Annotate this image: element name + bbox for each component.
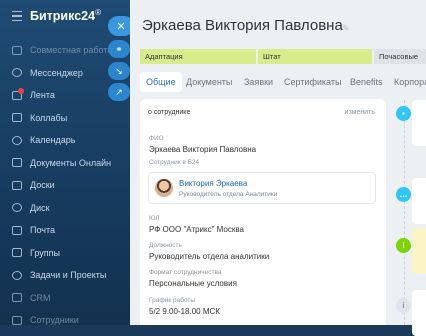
- tab-corporate[interactable]: Корпора: [394, 72, 426, 92]
- pencil-icon[interactable]: ✎: [342, 23, 350, 34]
- b24-employee-label: Сотрудник в Б24: [149, 159, 200, 166]
- sidebar-item[interactable]: CRM: [0, 287, 130, 310]
- collab-icon: [12, 113, 22, 123]
- sidebar-item[interactable]: Календарь: [0, 129, 130, 152]
- employees-icon: [12, 315, 22, 325]
- sidebar-item-label: Лента: [30, 90, 55, 101]
- tab-bar: Общие Документы Заявки Сертификаты Benef…: [140, 72, 426, 92]
- b24-employee-box[interactable]: Виктория Эркаева Руководитель отдела Ана…: [148, 172, 376, 204]
- avatar: [155, 179, 173, 197]
- sidebar-item-label: Календарь: [30, 135, 76, 146]
- timeline-entry[interactable]: [412, 178, 426, 224]
- calendar-icon: [12, 135, 22, 145]
- sidebar-item[interactable]: Документы Онлайн: [0, 152, 130, 175]
- tasks-icon: [12, 270, 22, 280]
- timeline-entry[interactable]: [412, 290, 426, 336]
- boards-icon: [12, 180, 22, 190]
- sidebar-item-label: CRM: [30, 292, 51, 303]
- stage-adaptation[interactable]: Адаптация: [140, 49, 256, 64]
- tab-requests[interactable]: Заявки: [244, 72, 273, 92]
- sidebar-menu: Совместная работа Мессенджер Лента Коллабы К…: [0, 39, 130, 332]
- card-heading: о сотруднике: [148, 109, 191, 116]
- sidebar-item[interactable]: Диск: [0, 197, 130, 220]
- sidebar-item-label: Совместная работа: [30, 45, 113, 56]
- edit-link[interactable]: изменить: [345, 109, 375, 116]
- schedule-value: 5/2 9.00-18.00 МСК: [149, 307, 220, 316]
- tab-benefits[interactable]: Benefits: [350, 72, 383, 92]
- sidebar-header: Битрикс24®: [12, 8, 101, 24]
- open-in-new-window-button[interactable]: ↗: [108, 83, 130, 101]
- comment-icon[interactable]: …: [396, 187, 411, 202]
- sidebar-item[interactable]: Доски: [0, 174, 130, 197]
- sidebar-item[interactable]: Задачи и Проекты: [0, 264, 130, 287]
- fio-value: Эркаева Виктория Павловна: [149, 145, 257, 154]
- chat-bubble-icon[interactable]: ▪: [396, 106, 411, 121]
- sidebar-item-label: Доски: [30, 180, 55, 191]
- sidebar-item[interactable]: Почта: [0, 219, 130, 242]
- team-icon: [12, 45, 22, 55]
- sidebar-item-label: Группы: [30, 247, 60, 258]
- sidebar-item-label: Документы Онлайн: [30, 157, 112, 168]
- sidebar-item-label: Коллабы: [30, 112, 68, 123]
- fio-label: ФИО: [149, 135, 164, 142]
- sidebar-item[interactable]: Коллабы: [0, 107, 130, 130]
- employee-card-panel: Эркаева Виктория Павловна ✎ Адаптация Шт…: [130, 0, 426, 325]
- sidebar-item-label: Почта: [30, 225, 55, 236]
- tab-certificates[interactable]: Сертификаты: [284, 72, 341, 92]
- documents-icon: [12, 158, 22, 168]
- crm-icon: [12, 293, 22, 303]
- tab-general[interactable]: Общие: [140, 72, 182, 92]
- sidebar-item-label: Сотрудники: [30, 315, 79, 326]
- info-outline-icon[interactable]: i: [396, 298, 411, 313]
- minimize-slider-button[interactable]: ↘: [108, 62, 130, 80]
- tab-documents[interactable]: Документы: [186, 72, 232, 92]
- user-name-link[interactable]: Виктория Эркаева: [179, 179, 247, 188]
- about-employee-card: о сотруднике изменить ФИО Эркаева Виктор…: [140, 99, 386, 325]
- sidebar-item-label: Задачи и Проекты: [30, 270, 107, 281]
- mail-icon: [12, 225, 22, 235]
- timeline-line: [404, 100, 405, 325]
- stage-staff[interactable]: Штат: [258, 49, 372, 64]
- position-label: Должность: [149, 242, 182, 249]
- copy-link-button[interactable]: ⚭: [108, 40, 130, 58]
- groups-icon: [12, 248, 22, 258]
- sidebar-item[interactable]: Сотрудники: [0, 309, 130, 332]
- sidebar-item[interactable]: Группы: [0, 242, 130, 265]
- timeline-entry-highlighted[interactable]: [412, 228, 426, 274]
- disk-icon: [12, 203, 22, 213]
- user-position: Руководитель отдела Аналитики: [179, 191, 278, 198]
- sidebar-item-label: Мессенджер: [30, 67, 83, 78]
- chat-icon: [12, 68, 22, 78]
- schedule-label: График работы: [149, 297, 196, 304]
- stage-bar: Адаптация Штат Почасовые: [140, 49, 426, 64]
- company-label: ЮЛ: [149, 215, 160, 222]
- page-title: Эркаева Виктория Павловна: [142, 17, 343, 34]
- sidebar-item-label: Диск: [30, 202, 50, 213]
- employment-format-value: Персональные условия: [149, 279, 237, 288]
- portal-logo[interactable]: Битрикс24®: [30, 8, 101, 23]
- stage-hourly[interactable]: Почасовые: [374, 49, 426, 64]
- timeline-entry[interactable]: [412, 100, 426, 146]
- employment-format-label: Формат сотрудничества: [149, 269, 222, 276]
- notification-badge: [18, 88, 24, 94]
- position-value: Руководитель отдела аналитики: [149, 252, 270, 261]
- menu-burger-icon[interactable]: [12, 11, 22, 21]
- info-icon[interactable]: i: [396, 238, 411, 253]
- company-value: РФ ООО "Атрикс" Москва: [149, 225, 244, 234]
